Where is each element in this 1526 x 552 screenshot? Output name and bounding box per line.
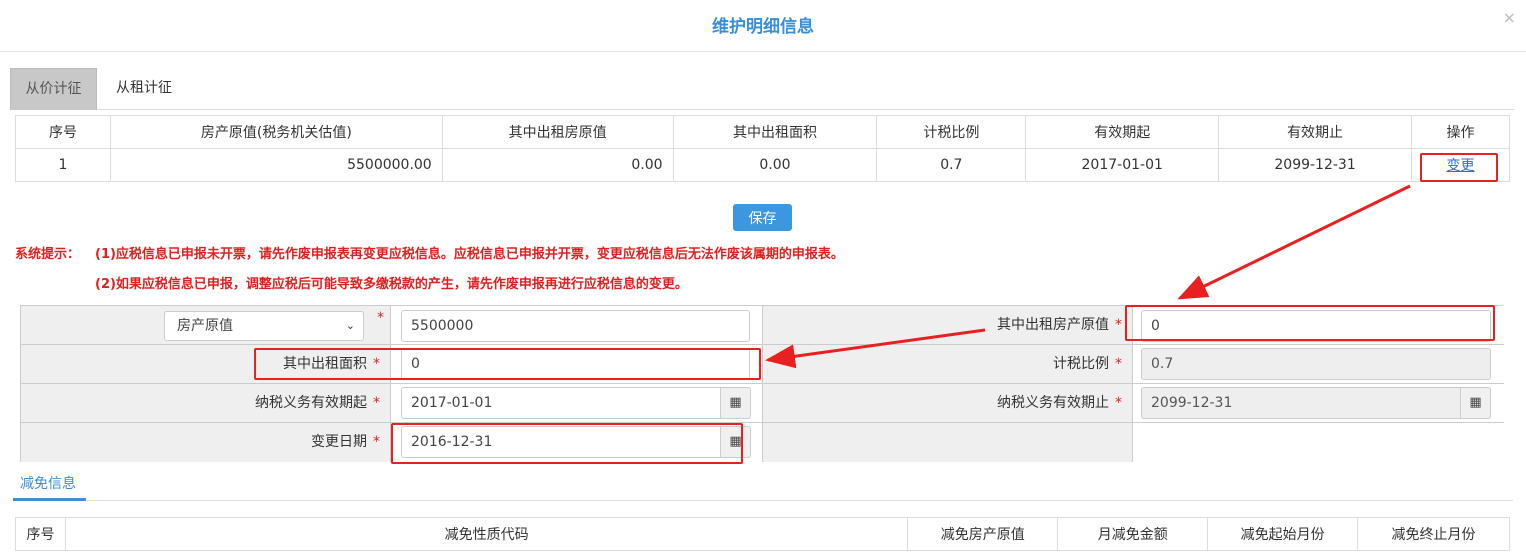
table-header-row: 序号 减免性质代码 减免房产原值 月减免金额 减免起始月份 减免终止月份 xyxy=(15,517,1510,551)
start-label: 纳税义务有效期起 xyxy=(255,395,367,411)
cell-action: 变更 xyxy=(1411,148,1510,182)
col-action: 操作 xyxy=(1411,115,1510,149)
active-tab-indicator xyxy=(13,498,86,501)
rent-orig-label-cell: 其中出租房产原值 * xyxy=(763,306,1133,345)
col-end: 有效期止 xyxy=(1218,115,1412,149)
modal-title: 维护明细信息 xyxy=(712,17,814,37)
cell-seq: 1 xyxy=(15,148,111,182)
required-mark: * xyxy=(373,356,380,372)
col-seq: 序号 xyxy=(15,115,111,149)
cell-ratio: 0.7 xyxy=(876,148,1027,182)
col-relief-start: 减免起始月份 xyxy=(1207,517,1359,551)
orig-value-input[interactable]: 5500000 xyxy=(401,310,750,342)
required-mark: * xyxy=(373,395,380,411)
end-label-cell: 纳税义务有效期止 * xyxy=(763,384,1133,423)
change-date-input[interactable]: 2016-12-31 xyxy=(401,426,721,458)
rent-orig-value-cell: 0 xyxy=(1133,306,1504,345)
rent-area-label: 其中出租面积 xyxy=(283,356,367,372)
end-date-input: 2099-12-31 xyxy=(1141,387,1461,419)
rent-orig-label: 其中出租房产原值 xyxy=(997,317,1109,333)
system-tip-line-1: (1)应税信息已申报未开票，请先作废申报表再变更应税信息。应税信息已申报并开票，… xyxy=(95,247,844,262)
cell-end: 2099-12-31 xyxy=(1218,148,1412,182)
cell-rent-area: 0.00 xyxy=(672,148,878,182)
change-date-value-cell: 2016-12-31 ▦ xyxy=(391,423,763,462)
start-value-cell: 2017-01-01 ▦ xyxy=(391,384,763,423)
table-header-row: 序号 房产原值(税务机关估值) 其中出租房原值 其中出租面积 计税比例 有效期起… xyxy=(15,115,1510,149)
ratio-input: 0.7 xyxy=(1141,348,1491,380)
calendar-icon[interactable]: ▦ xyxy=(721,387,751,419)
start-date-input[interactable]: 2017-01-01 xyxy=(401,387,721,419)
system-tip-line-2: (2)如果应税信息已申报，调整应税后可能导致多缴税款的产生，请先作废申报再进行应… xyxy=(95,277,688,292)
cell-start: 2017-01-01 xyxy=(1025,148,1220,182)
rent-area-value-cell: 0 xyxy=(391,345,763,384)
change-date-label-cell: 变更日期 * xyxy=(21,423,391,462)
required-mark: * xyxy=(377,310,384,326)
value-type-select[interactable]: 房产原值 ⌄ xyxy=(164,311,364,341)
edit-form: 房产原值 ⌄ * 5500000 其中出租房产原值 * 0 其中出租面积 * 0 计… xyxy=(20,305,1504,462)
form-label-cell: 房产原值 ⌄ * xyxy=(21,306,391,345)
ratio-value-cell: 0.7 xyxy=(1133,345,1504,384)
required-mark: * xyxy=(1115,356,1122,372)
modal-header: 维护明细信息 × xyxy=(0,0,1526,52)
system-tip-label: 系统提示： xyxy=(15,247,81,262)
required-mark: * xyxy=(1115,395,1122,411)
cell-orig-value: 5500000.00 xyxy=(109,148,443,182)
col-relief-orig: 减免房产原值 xyxy=(907,517,1059,551)
rent-area-input[interactable]: 0 xyxy=(401,348,750,380)
tab-bar: 从价计征 从租计征 xyxy=(10,68,1515,110)
empty-label-cell xyxy=(763,423,1133,462)
form-value-cell: 5500000 xyxy=(391,306,763,345)
col-rent-orig: 其中出租房原值 xyxy=(441,115,674,149)
cell-rent-orig: 0.00 xyxy=(441,148,674,182)
chevron-down-icon: ⌄ xyxy=(345,319,355,332)
change-link[interactable]: 变更 xyxy=(1447,158,1475,174)
empty-value-cell xyxy=(1133,423,1504,462)
calendar-icon[interactable]: ▦ xyxy=(1461,387,1491,419)
table-row: 1 5500000.00 0.00 0.00 0.7 2017-01-01 20… xyxy=(15,148,1510,182)
close-icon[interactable]: × xyxy=(1503,8,1516,27)
divider xyxy=(13,500,1513,501)
select-value: 房产原值 xyxy=(177,318,233,334)
required-mark: * xyxy=(373,434,380,450)
col-relief-end: 减免终止月份 xyxy=(1357,517,1510,551)
col-ratio: 计税比例 xyxy=(876,115,1027,149)
property-detail-table: 序号 房产原值(税务机关估值) 其中出租房原值 其中出租面积 计税比例 有效期起… xyxy=(15,115,1510,182)
col-start: 有效期起 xyxy=(1025,115,1220,149)
tab-relief-info[interactable]: 减免信息 xyxy=(20,473,76,493)
tab-by-value[interactable]: 从价计征 xyxy=(10,68,97,110)
tab-by-rent[interactable]: 从租计征 xyxy=(100,68,188,110)
col-orig-value: 房产原值(税务机关估值) xyxy=(109,115,443,149)
rent-area-label-cell: 其中出租面积 * xyxy=(21,345,391,384)
col-rent-area: 其中出租面积 xyxy=(672,115,878,149)
col-relief-code: 减免性质代码 xyxy=(64,517,909,551)
ratio-label: 计税比例 xyxy=(1053,356,1109,372)
end-value-cell: 2099-12-31 ▦ xyxy=(1133,384,1504,423)
start-label-cell: 纳税义务有效期起 * xyxy=(21,384,391,423)
arrow-to-rent-orig xyxy=(1177,184,1411,300)
col-monthly-relief: 月减免金额 xyxy=(1057,517,1209,551)
calendar-icon[interactable]: ▦ xyxy=(721,426,751,458)
relief-table: 序号 减免性质代码 减免房产原值 月减免金额 减免起始月份 减免终止月份 xyxy=(15,517,1510,551)
change-date-label: 变更日期 xyxy=(311,434,367,450)
ratio-label-cell: 计税比例 * xyxy=(763,345,1133,384)
save-button[interactable]: 保存 xyxy=(733,204,792,231)
col-seq: 序号 xyxy=(15,517,66,551)
rent-orig-input[interactable]: 0 xyxy=(1141,310,1491,342)
required-mark: * xyxy=(1115,317,1122,333)
end-label: 纳税义务有效期止 xyxy=(997,395,1109,411)
